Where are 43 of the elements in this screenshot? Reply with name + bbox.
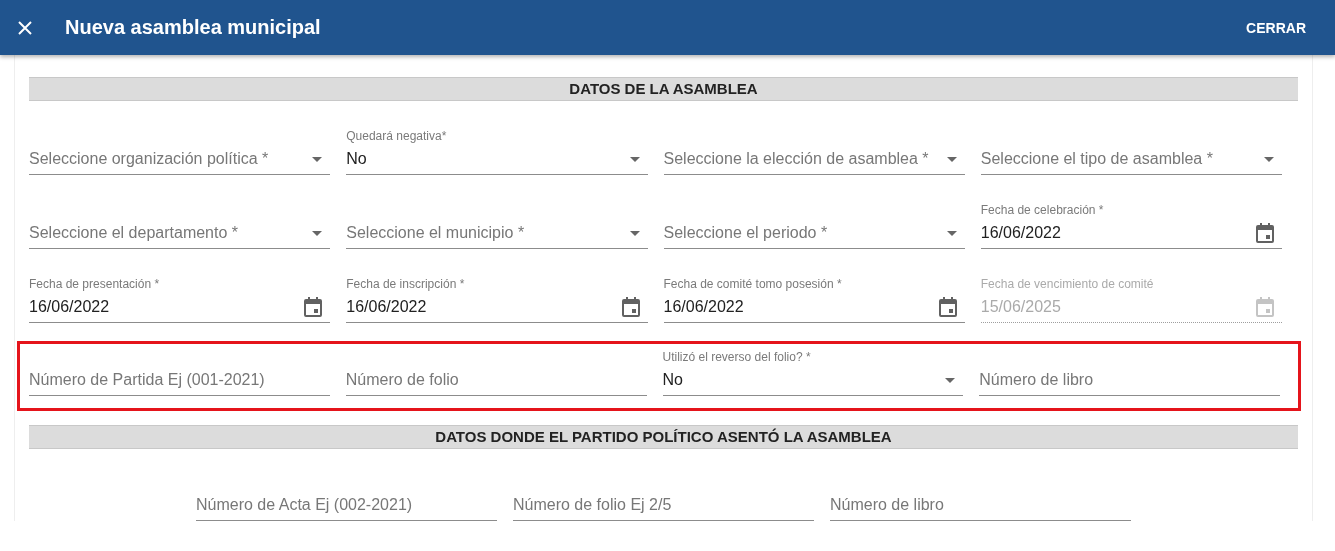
close-icon[interactable] — [18, 20, 32, 35]
field-label: Utilizó el reverso del folio? * — [662, 350, 811, 365]
select-field[interactable]: Seleccione el periodo * — [663, 224, 941, 242]
select-field[interactable]: No — [346, 150, 624, 168]
calendar-icon — [1256, 297, 1274, 317]
calendar-icon — [1256, 223, 1274, 243]
caret-icon — [312, 156, 323, 162]
select-field[interactable]: No — [662, 371, 940, 389]
caret-icon — [946, 156, 957, 162]
field-label: Fecha de vencimiento de comité — [980, 277, 1154, 292]
select-field[interactable]: Seleccione el municipio * — [346, 224, 624, 242]
field-label: Fecha de inscripción * — [346, 277, 465, 292]
section-header: DATOS DE LA ASAMBLEA — [29, 77, 1298, 101]
text-field[interactable]: Número de folio Ej 2/5 — [513, 496, 814, 514]
text-field[interactable]: Número de Partida Ej (001-2021) — [29, 371, 330, 389]
date-field[interactable]: 16/06/2022 — [980, 224, 1250, 242]
date-field[interactable]: 16/06/2022 — [346, 298, 616, 316]
caret-icon — [629, 156, 640, 162]
select-field[interactable]: Seleccione la elección de asamblea * — [663, 150, 941, 168]
field-label: Quedará negativa* — [346, 129, 447, 144]
caret-icon — [312, 230, 323, 236]
caret-icon — [1264, 156, 1274, 162]
calendar-icon — [938, 297, 957, 317]
text-field[interactable]: Número de folio — [345, 371, 647, 389]
select-field[interactable]: Seleccione el tipo de asamblea * — [980, 150, 1258, 168]
dialog-title: Nueva asamblea municipal — [65, 16, 321, 39]
caret-icon — [946, 230, 957, 236]
field-label: Fecha de celebración * — [980, 203, 1104, 218]
field-label: Fecha de comité tomo posesión * — [663, 277, 842, 292]
calendar-icon — [304, 297, 323, 317]
date-field[interactable]: 16/06/2022 — [29, 298, 299, 316]
calendar-icon — [621, 297, 640, 317]
caret-icon — [629, 230, 640, 236]
text-field[interactable]: Número de libro — [830, 496, 1131, 514]
date-field[interactable]: 16/06/2022 — [663, 298, 933, 316]
close-button[interactable]: CERRAR — [1246, 19, 1306, 36]
text-field[interactable]: Número de libro — [979, 371, 1280, 389]
section-header: DATOS DONDE EL PARTIDO POLÍTICO ASENTÓ LA ASAMBLEA — [29, 425, 1298, 449]
text-field[interactable]: Número de Acta Ej (002-2021) — [196, 496, 497, 514]
select-field[interactable]: Seleccione el departamento * — [29, 224, 307, 242]
field-label: Fecha de presentación * — [29, 277, 160, 292]
select-field[interactable]: Seleccione organización política * — [29, 150, 307, 168]
caret-icon — [945, 377, 956, 383]
